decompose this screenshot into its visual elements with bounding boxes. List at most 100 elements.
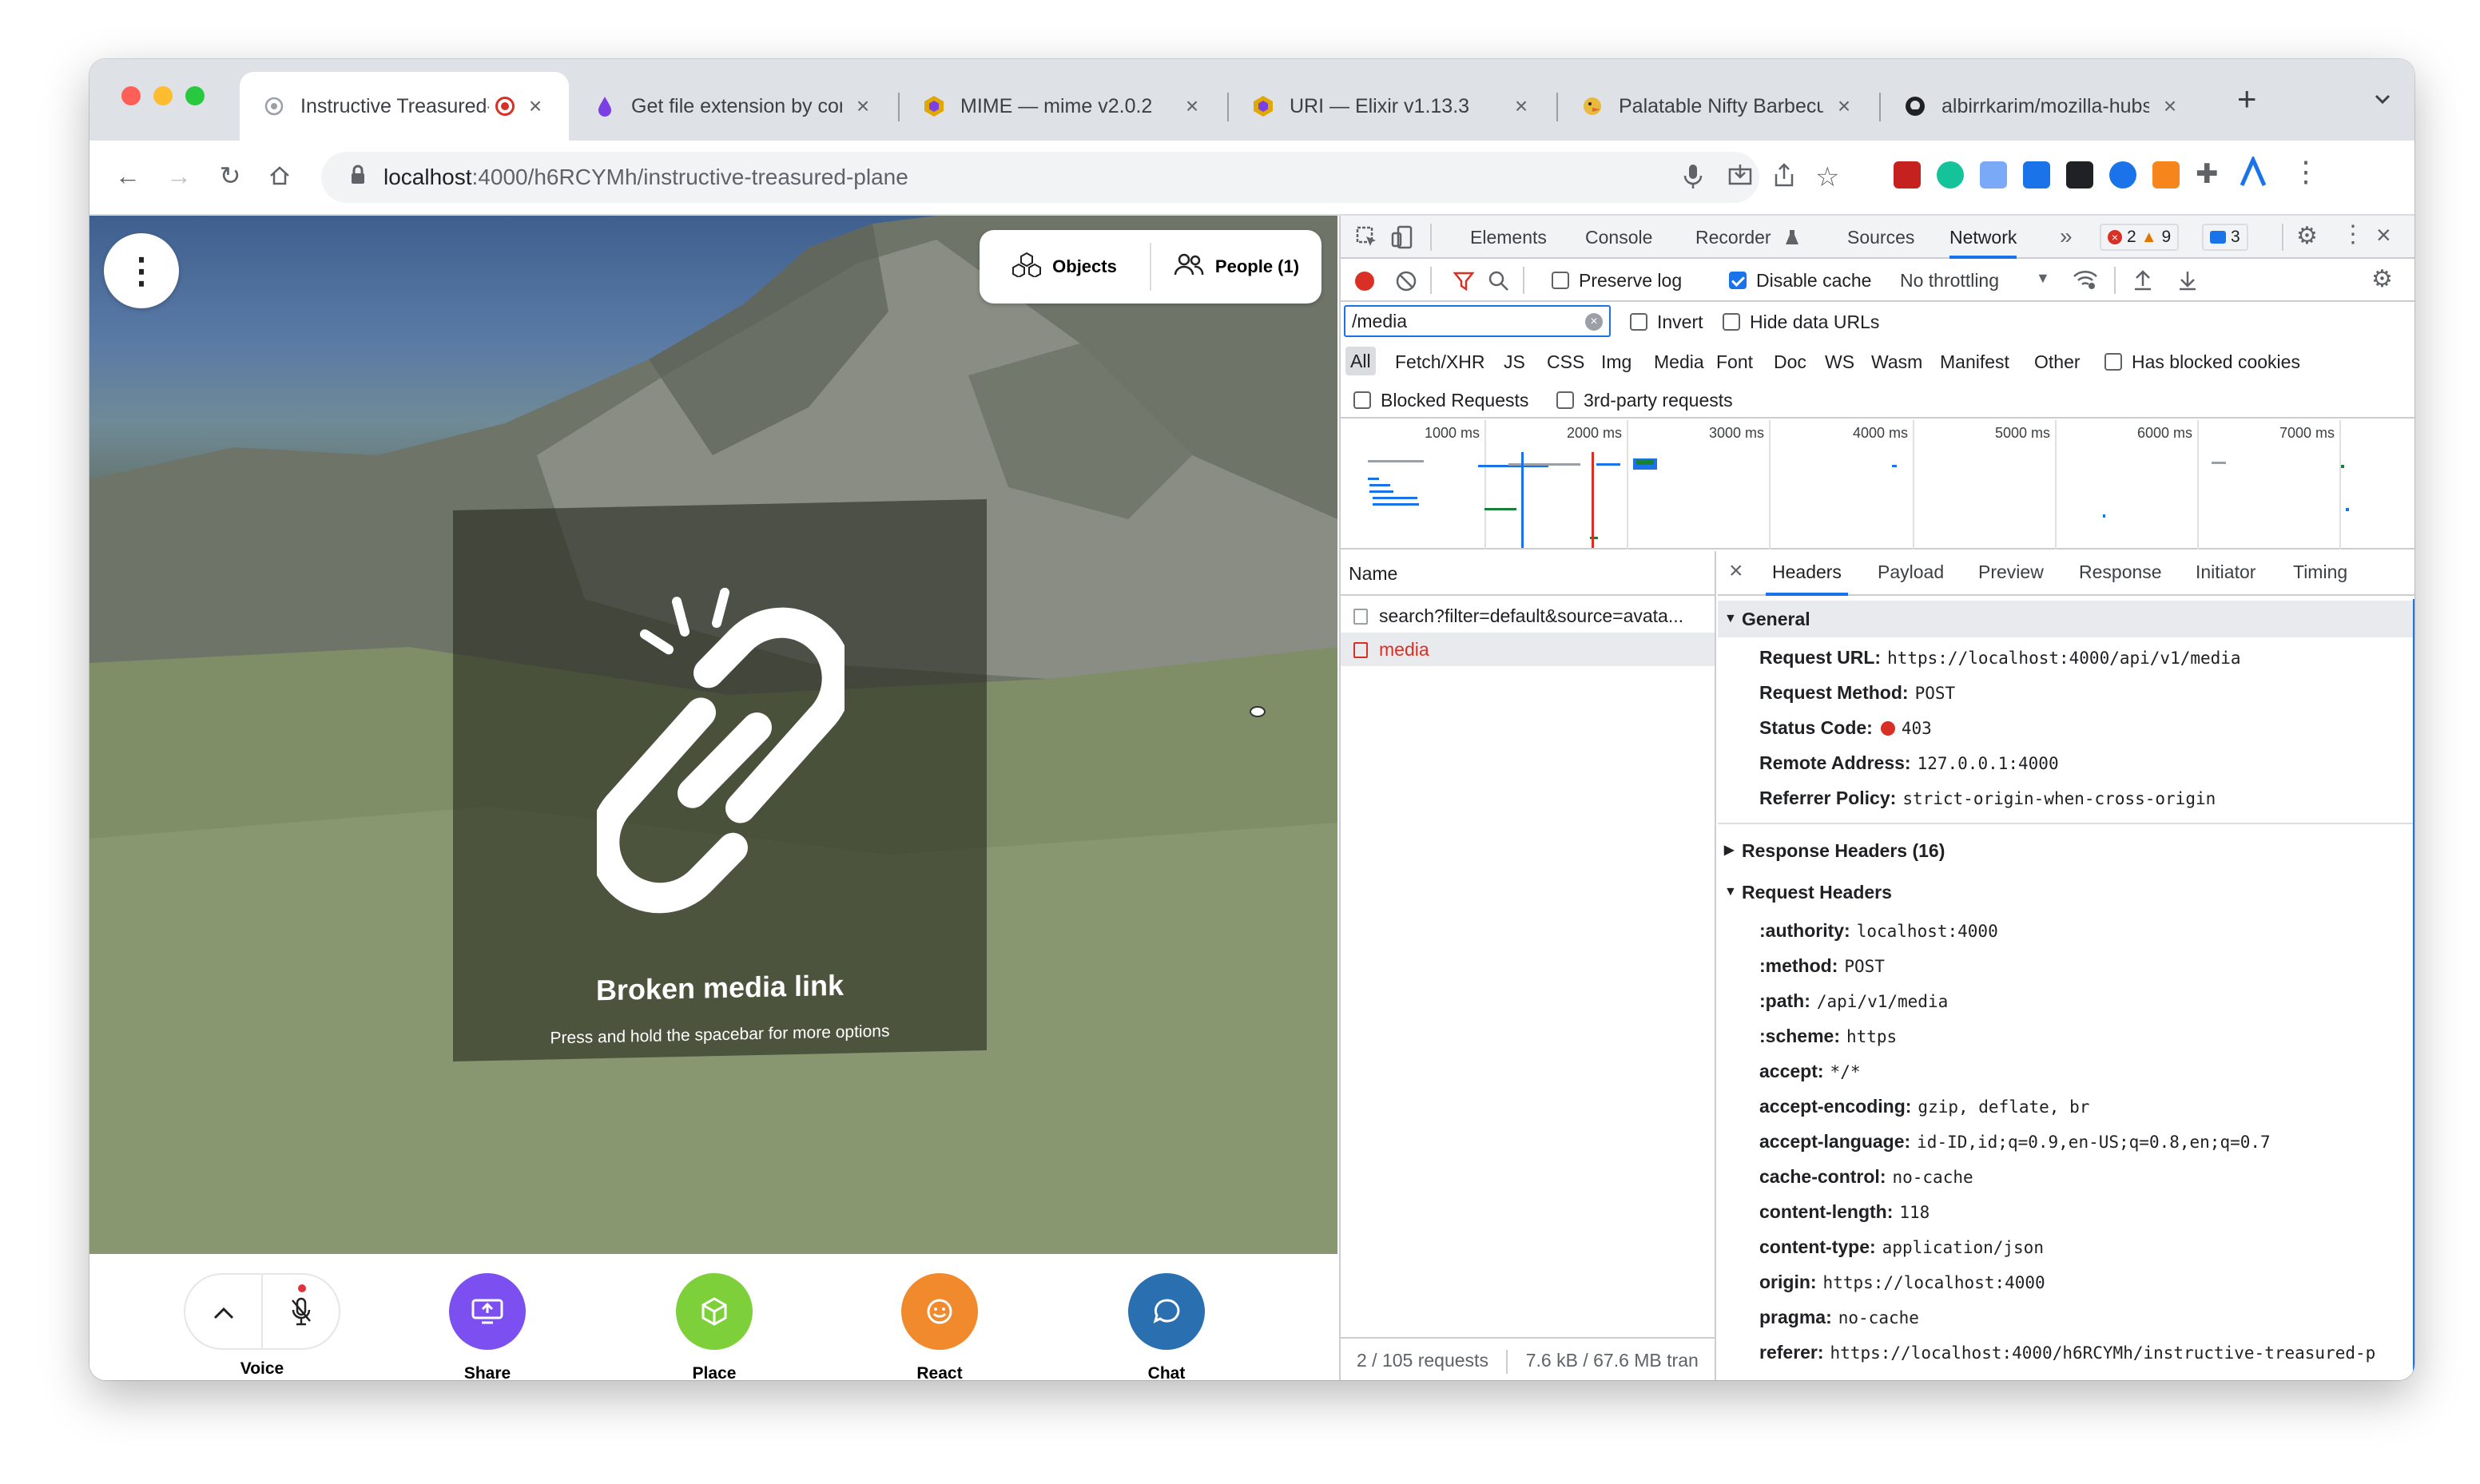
type-filter-all[interactable]: All xyxy=(1345,347,1376,375)
metamask-icon[interactable] xyxy=(2152,161,2180,188)
close-devtools-icon[interactable]: × xyxy=(2376,220,2391,250)
browser-tab[interactable]: MIME — mime v2.0.2 × xyxy=(900,72,1226,141)
invert-checkbox[interactable] xyxy=(1630,313,1647,331)
forward-arrow-icon[interactable]: → xyxy=(160,157,198,195)
close-details-icon[interactable]: × xyxy=(1729,557,1743,585)
export-har-icon[interactable] xyxy=(2178,268,2197,296)
browser-tab[interactable]: Palatable Nifty Barbecue × xyxy=(1558,72,1878,141)
close-tab-icon[interactable]: × xyxy=(1181,93,1203,119)
type-filter-fetch[interactable]: Fetch/XHR xyxy=(1395,351,1484,373)
preserve-log-checkbox[interactable] xyxy=(1552,272,1569,289)
bookmark-star-icon[interactable]: ☆ xyxy=(1815,161,1839,193)
throttling-select[interactable]: No throttling xyxy=(1900,270,1999,292)
kebab-menu-icon[interactable]: ⋮ xyxy=(2291,155,2320,188)
third-party-checkbox[interactable] xyxy=(1556,391,1574,409)
type-filter-img[interactable]: Img xyxy=(1601,351,1631,373)
type-filter-wasm[interactable]: Wasm xyxy=(1871,351,1922,373)
puzzle-icon[interactable]: ✚ xyxy=(2196,158,2219,190)
request-headers-section-header[interactable]: ▼ Request Headers xyxy=(1718,874,2414,911)
install-icon[interactable] xyxy=(1727,163,1753,192)
voice-options-button[interactable] xyxy=(185,1275,261,1351)
type-filter-css[interactable]: CSS xyxy=(1547,351,1584,373)
people-button[interactable]: People (1) xyxy=(1151,230,1321,304)
mute-mic-button[interactable] xyxy=(263,1275,339,1351)
response-headers-section-header[interactable]: ▶ Response Headers (16) xyxy=(1718,832,2414,869)
browser-tab[interactable]: URI — Elixir v1.13.3 × xyxy=(1229,72,1555,141)
extension-icon[interactable] xyxy=(2023,161,2050,188)
tab-sources[interactable]: Sources xyxy=(1847,216,1914,259)
new-tab-button[interactable]: + xyxy=(2237,80,2257,118)
back-arrow-icon[interactable]: ← xyxy=(109,157,147,195)
clear-icon[interactable] xyxy=(1395,270,1417,297)
issues-counter[interactable]: × 2 ▲ 9 xyxy=(2100,224,2180,251)
extension-icon[interactable] xyxy=(2109,161,2136,188)
network-conditions-icon[interactable] xyxy=(2073,268,2098,296)
hide-data-urls-checkbox[interactable] xyxy=(1723,313,1740,331)
minimize-window-button[interactable] xyxy=(153,86,173,105)
extension-icon[interactable] xyxy=(2066,161,2093,188)
reload-icon[interactable]: ↻ xyxy=(211,157,249,195)
more-options-button[interactable]: ⋮ xyxy=(104,233,179,308)
disable-cache-checkbox[interactable] xyxy=(1729,272,1747,289)
network-settings-gear-icon[interactable]: ⚙ xyxy=(2371,265,2393,293)
tab-response[interactable]: Response xyxy=(2079,551,2162,593)
kebab-menu-icon[interactable]: ⋮ xyxy=(2341,220,2365,248)
browser-tab[interactable]: Get file extension by con × xyxy=(570,72,896,141)
import-har-icon[interactable] xyxy=(2133,268,2152,296)
name-column-header[interactable]: Name xyxy=(1341,551,1715,596)
tab-timing[interactable]: Timing xyxy=(2293,551,2347,593)
grammarly-icon[interactable] xyxy=(1937,161,1964,188)
react-button[interactable] xyxy=(901,1273,978,1350)
blocked-requests-checkbox[interactable] xyxy=(1353,391,1371,409)
device-toolbar-icon[interactable] xyxy=(1390,225,1414,254)
address-bar[interactable]: localhost:4000/h6RCYMh/instructive-treas… xyxy=(321,152,1759,203)
settings-gear-icon[interactable]: ⚙ xyxy=(2296,222,2318,250)
search-icon[interactable] xyxy=(1488,270,1510,297)
tab-network[interactable]: Network xyxy=(1949,216,2017,259)
extension-icon[interactable] xyxy=(2239,154,2267,192)
browser-tab-active[interactable]: Instructive Treasured- × xyxy=(240,72,569,141)
close-tab-icon[interactable]: × xyxy=(1510,93,1532,119)
filter-input[interactable]: /media xyxy=(1344,305,1611,337)
inspect-element-icon[interactable] xyxy=(1355,225,1379,254)
close-tab-icon[interactable]: × xyxy=(524,93,546,119)
home-icon[interactable] xyxy=(260,157,299,195)
request-row-selected[interactable]: media xyxy=(1341,633,1715,666)
type-filter-media[interactable]: Media xyxy=(1654,351,1704,373)
type-filter-ws[interactable]: WS xyxy=(1825,351,1854,373)
network-overview-timeline[interactable]: 1000 ms 2000 ms 3000 ms 4000 ms 5000 ms … xyxy=(1341,420,2414,550)
zoom-window-button[interactable] xyxy=(185,86,205,105)
chat-button[interactable] xyxy=(1128,1273,1205,1350)
docs-icon[interactable] xyxy=(1980,161,2007,188)
type-filter-font[interactable]: Font xyxy=(1716,351,1753,373)
browser-tab[interactable]: albirrkarim/mozilla-hubs × xyxy=(1881,72,2204,141)
share-icon[interactable] xyxy=(1772,163,1796,192)
tab-headers[interactable]: Headers xyxy=(1766,551,1848,596)
type-filter-manifest[interactable]: Manifest xyxy=(1940,351,2009,373)
share-button[interactable] xyxy=(449,1273,526,1350)
blocked-cookies-checkbox[interactable] xyxy=(2104,353,2122,371)
close-tab-icon[interactable]: × xyxy=(852,93,874,119)
close-tab-icon[interactable]: × xyxy=(2159,93,2181,119)
general-section-header[interactable]: ▼ General xyxy=(1718,601,2414,637)
tab-elements[interactable]: Elements xyxy=(1470,216,1547,259)
request-row[interactable]: search?filter=default&source=avata... xyxy=(1341,599,1715,633)
objects-button[interactable]: Objects xyxy=(980,230,1150,304)
tab-payload[interactable]: Payload xyxy=(1878,551,1944,593)
clear-filter-icon[interactable]: × xyxy=(1585,313,1603,331)
close-tab-icon[interactable]: × xyxy=(1833,93,1855,119)
filter-icon[interactable] xyxy=(1453,270,1475,297)
extension-icon[interactable] xyxy=(1894,161,1921,188)
messages-counter[interactable]: 3 xyxy=(2202,224,2248,251)
tab-initiator[interactable]: Initiator xyxy=(2196,551,2255,593)
tab-preview[interactable]: Preview xyxy=(1978,551,2044,593)
chevron-down-icon[interactable] xyxy=(2371,88,2394,114)
record-icon[interactable] xyxy=(1355,272,1374,291)
tab-console[interactable]: Console xyxy=(1585,216,1652,259)
type-filter-doc[interactable]: Doc xyxy=(1774,351,1806,373)
place-button[interactable] xyxy=(676,1273,753,1350)
microphone-icon[interactable] xyxy=(1683,163,1703,194)
type-filter-js[interactable]: JS xyxy=(1504,351,1525,373)
hubs-scene[interactable]: ⋮ Objects People (1) Broken media link P… xyxy=(89,216,1337,1254)
broken-media-card[interactable]: Broken media link Press and hold the spa… xyxy=(453,499,987,1061)
